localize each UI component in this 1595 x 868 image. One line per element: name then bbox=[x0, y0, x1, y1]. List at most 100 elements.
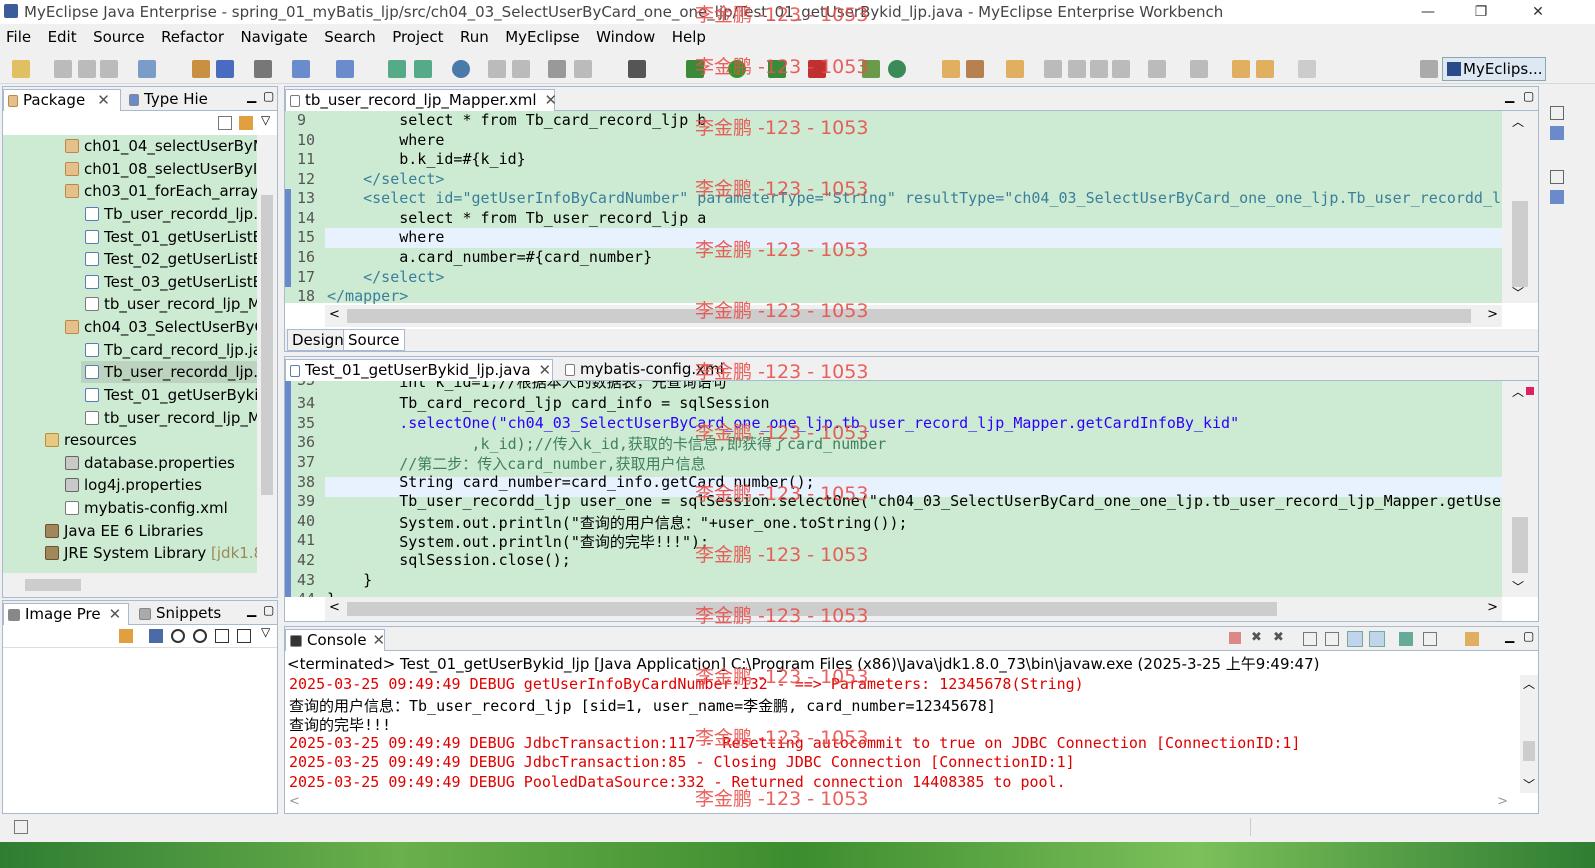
restore-view-icon[interactable] bbox=[1550, 106, 1564, 120]
pen-icon[interactable] bbox=[1068, 60, 1086, 78]
tab-test-java[interactable]: Test_01_getUserBykid_ljp.java ✕ bbox=[285, 359, 553, 381]
scroll-up-icon[interactable]: ︿ bbox=[1523, 675, 1535, 692]
view-menu-icon[interactable]: ▽ bbox=[261, 625, 270, 639]
search-tool-icon[interactable] bbox=[966, 60, 984, 78]
minimize-button[interactable]: — bbox=[1405, 0, 1451, 24]
scroll-thumb[interactable] bbox=[1523, 741, 1535, 761]
mapper-code-area[interactable]: 9 10 11 12 13 14 15 16 17 18 select * fr… bbox=[285, 111, 1538, 305]
save-all-icon[interactable] bbox=[78, 60, 96, 78]
tree-item[interactable]: ch04_03_SelectUserByCa bbox=[65, 316, 257, 338]
menu-file[interactable]: File bbox=[0, 26, 37, 46]
tab-source[interactable]: Source bbox=[343, 329, 405, 351]
scroll-thumb[interactable] bbox=[347, 309, 1471, 323]
minimize-view-icon[interactable]: ▁ bbox=[1505, 629, 1514, 643]
menu-source[interactable]: Source bbox=[87, 26, 151, 46]
tree-item[interactable]: Tb_card_record_ljp.ja bbox=[85, 339, 257, 361]
last-edit-icon[interactable] bbox=[1232, 60, 1250, 78]
menu-help[interactable]: Help bbox=[666, 26, 712, 46]
wizard-icon[interactable] bbox=[292, 60, 310, 78]
java-vscrollbar[interactable]: ︿ ﹀ bbox=[1502, 381, 1538, 597]
menu-window[interactable]: Window bbox=[590, 26, 661, 46]
open-type-icon[interactable] bbox=[388, 60, 406, 78]
scroll-down-icon[interactable]: ﹀ bbox=[1512, 578, 1524, 595]
tree-item[interactable]: Test_01_getUserBykic bbox=[85, 384, 257, 406]
close-tab-icon[interactable]: ✕ bbox=[545, 91, 558, 109]
menu-navigate[interactable]: Navigate bbox=[234, 26, 313, 46]
clear-console-icon[interactable] bbox=[1303, 632, 1317, 646]
new-icon[interactable] bbox=[12, 60, 30, 78]
close-tab-icon[interactable]: ✕ bbox=[539, 361, 552, 379]
perspective-myeclipse[interactable]: MyEclips... bbox=[1442, 57, 1546, 81]
pin-console-icon[interactable] bbox=[1399, 632, 1413, 646]
console-vscrollbar[interactable]: ︿ ﹀ bbox=[1520, 675, 1538, 793]
tasks-icon[interactable] bbox=[548, 60, 566, 78]
remove-launch-icon[interactable]: ✖ bbox=[1251, 630, 1262, 645]
open-perspective-icon[interactable] bbox=[1420, 60, 1438, 78]
tree-item[interactable]: Test_01_getUserListB bbox=[85, 226, 257, 248]
fast-view-icon[interactable] bbox=[14, 820, 28, 834]
deploy-icon[interactable] bbox=[216, 60, 234, 78]
refresh-icon[interactable] bbox=[119, 629, 133, 643]
mark-icon[interactable] bbox=[1090, 60, 1108, 78]
error-marker-icon[interactable] bbox=[1526, 387, 1534, 395]
scroll-right-icon[interactable]: > bbox=[1487, 600, 1498, 615]
folder2-icon[interactable] bbox=[1006, 60, 1024, 78]
prev-annotation-icon[interactable] bbox=[1190, 60, 1208, 78]
tab-design[interactable]: Design bbox=[287, 329, 349, 351]
scroll-thumb[interactable] bbox=[25, 579, 81, 591]
scroll-lock-icon[interactable] bbox=[1325, 632, 1339, 646]
tree-item[interactable]: database.properties bbox=[65, 452, 235, 474]
mapper-hscrollbar[interactable]: < > bbox=[325, 305, 1502, 327]
scroll-thumb[interactable] bbox=[261, 195, 273, 495]
tree-vscrollbar[interactable] bbox=[257, 135, 277, 573]
new-class-icon[interactable] bbox=[888, 60, 906, 78]
console-hscrollbar[interactable]: < > bbox=[285, 793, 1538, 813]
server-icon[interactable] bbox=[254, 60, 272, 78]
minimize-editor-icon[interactable]: ▁ bbox=[1505, 89, 1514, 103]
collapse-all-icon[interactable] bbox=[218, 116, 232, 130]
minimize-view-icon[interactable]: ▁ bbox=[247, 89, 256, 103]
console-output[interactable]: 2025-03-25 09:49:49 DEBUG getUserInfoByC… bbox=[285, 675, 1520, 793]
new-server-icon[interactable] bbox=[138, 60, 156, 78]
save-icon[interactable] bbox=[54, 60, 72, 78]
outline-icon[interactable] bbox=[1550, 126, 1564, 140]
close-tab-icon[interactable]: ✕ bbox=[109, 605, 122, 623]
mapper-vscrollbar[interactable]: ︿ ﹀ bbox=[1502, 111, 1538, 303]
forward-icon[interactable] bbox=[1298, 60, 1316, 78]
tree-item[interactable]: ch01_04_selectUserByM bbox=[65, 135, 257, 157]
close-tab-icon[interactable]: ✕ bbox=[373, 631, 386, 649]
close-button[interactable]: ✕ bbox=[1515, 0, 1561, 24]
scroll-thumb[interactable] bbox=[1512, 201, 1528, 287]
fit-icon[interactable] bbox=[149, 629, 163, 643]
tasks-view-icon[interactable] bbox=[1550, 190, 1564, 204]
menu-project[interactable]: Project bbox=[386, 26, 449, 46]
scroll-left-icon[interactable]: < bbox=[289, 794, 300, 809]
scroll-right-icon[interactable]: > bbox=[1497, 794, 1508, 809]
tree-item[interactable]: Java EE 6 Libraries bbox=[45, 520, 203, 542]
tab-mapper-xml[interactable]: tb_user_record_ljp_Mapper.xml ✕ bbox=[285, 89, 558, 111]
actual-size-icon[interactable] bbox=[215, 629, 229, 643]
camera-icon[interactable] bbox=[628, 60, 646, 78]
menu-run[interactable]: Run bbox=[454, 26, 495, 46]
scroll-left-icon[interactable]: < bbox=[329, 307, 340, 322]
scroll-left-icon[interactable]: < bbox=[329, 600, 340, 615]
tree-item[interactable]: log4j.properties bbox=[65, 474, 202, 496]
print-icon[interactable] bbox=[100, 60, 118, 78]
web-icon[interactable] bbox=[574, 60, 592, 78]
terminate-icon[interactable] bbox=[1229, 632, 1241, 644]
restore-view2-icon[interactable] bbox=[1550, 170, 1564, 184]
java-code-area[interactable]: 33 34 35 36 37 38 39 40 41 42 43 44 int … bbox=[285, 381, 1538, 597]
tree-item[interactable]: Tb_user_recordd_ljp.j bbox=[85, 203, 257, 225]
menu-edit[interactable]: Edit bbox=[42, 26, 83, 46]
scroll-up-icon[interactable]: ︿ bbox=[1512, 383, 1524, 400]
tree-item[interactable]: tb_user_record_ljp_M bbox=[85, 293, 257, 315]
tree-item[interactable]: ch03_01_forEach_array_l bbox=[65, 180, 257, 202]
package-icon[interactable] bbox=[192, 60, 210, 78]
pin-icon[interactable] bbox=[1044, 60, 1062, 78]
scroll-thumb[interactable] bbox=[1512, 517, 1528, 573]
minimize-view-icon[interactable]: ▁ bbox=[247, 603, 256, 617]
maximize-view-icon[interactable]: ▢ bbox=[263, 603, 274, 617]
tab-image-preview[interactable]: Image Pre ✕ bbox=[3, 603, 129, 625]
tree-item[interactable]: tb_user_record_ljp_M bbox=[85, 407, 257, 429]
para-icon[interactable] bbox=[1112, 60, 1130, 78]
